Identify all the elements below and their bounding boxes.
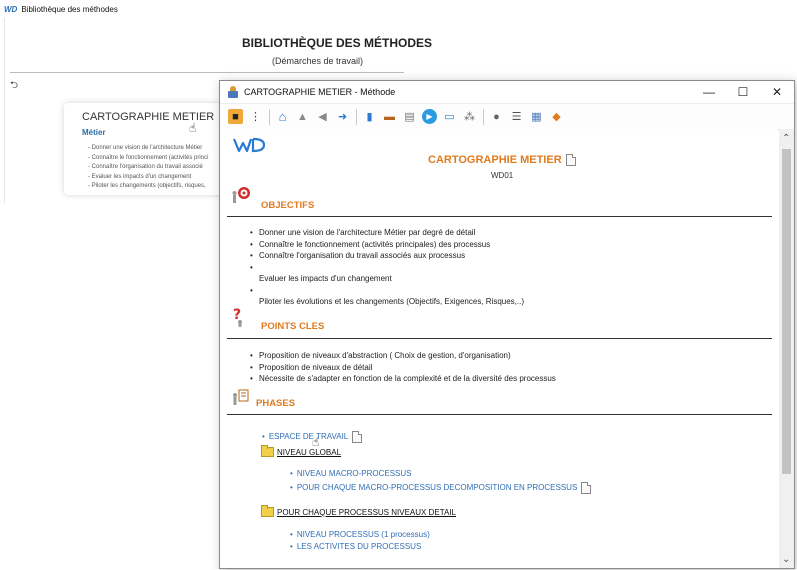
library-subheading: (Démarches de travail) xyxy=(272,56,364,66)
background-window-title: Bibliothèque des méthodes xyxy=(21,4,118,14)
section-title-points-cles: POINTS CLES xyxy=(261,321,325,332)
library-heading: BIBLIOTHÈQUE DES MÉTHODES xyxy=(242,36,433,50)
phase-link-label: NIVEAU PROCESSUS (1 processus) xyxy=(296,530,430,539)
scroll-thumb[interactable] xyxy=(782,149,791,474)
list-item: Donner une vision de l'architecture Méti… xyxy=(250,227,524,239)
phase-link-niveau-processus[interactable]: • NIVEAU PROCESSUS (1 processus) xyxy=(290,530,430,539)
document-title: CARTOGRAPHIE METIER xyxy=(428,154,576,167)
section-title-phases: PHASES xyxy=(256,398,296,409)
globe-icon[interactable]: ● xyxy=(489,109,504,124)
maximize-button[interactable]: ☐ xyxy=(726,81,760,103)
bullet-dot: • xyxy=(290,469,293,478)
section-title-objectifs: OBJECTIFS xyxy=(261,200,315,211)
folder-label: NIVEAU GLOBAL xyxy=(277,447,342,457)
background-titlebar: WD Bibliothèque des méthodes xyxy=(0,0,404,18)
document-code: WD01 xyxy=(491,171,514,180)
play-icon[interactable]: ▶ xyxy=(422,109,437,124)
bullet-dot: • xyxy=(262,432,265,442)
open-folder-icon[interactable]: ■ xyxy=(228,109,243,124)
list-item: Evaluer les impacts d'un changement xyxy=(88,173,208,183)
folder-icon xyxy=(261,505,274,517)
forward-arrow-icon[interactable]: ➜ xyxy=(335,109,350,124)
list-item: Proposition de niveaux de détail xyxy=(250,362,556,374)
phase-link-activites[interactable]: • LES ACTIVITES DU PROCESSUS xyxy=(290,542,421,551)
method-window: CARTOGRAPHIE METIER - Méthode — ☐ ✕ ■ ⋮ … xyxy=(219,80,795,569)
document-title-text: CARTOGRAPHIE METIER xyxy=(428,154,562,166)
scroll-down-icon[interactable]: ⌄ xyxy=(782,554,790,565)
list-item: Piloter les changements (objectifs, risq… xyxy=(88,182,208,192)
toolbar: ■ ⋮ ⌂ ▲ ◀ ➜ ▮ ▬ ▤ ▶ ▭ ⁂ ● ☰ ▦ ◆ xyxy=(220,104,794,130)
method-card-subtitle: Métier xyxy=(82,128,106,137)
wd-logo-icon: WD xyxy=(4,4,18,14)
export-icon[interactable]: ◆ xyxy=(549,109,564,124)
phase-link-label: NIVEAU MACRO-PROCESSUS xyxy=(296,469,412,478)
section-divider xyxy=(227,414,772,415)
method-card-cartographie[interactable]: CARTOGRAPHIE METIER Métier Donner une vi… xyxy=(64,103,234,195)
home-icon[interactable]: ⌂ xyxy=(275,109,290,124)
users-icon[interactable]: ⁂ xyxy=(462,109,477,124)
objectifs-list: Donner une vision de l'architecture Méti… xyxy=(250,227,524,308)
document-content[interactable]: CARTOGRAPHIE METIER WD01 OBJECTIFS Donne… xyxy=(220,129,778,568)
method-card-list: Donner une vision de l'architecture Méti… xyxy=(88,144,209,192)
folder-processus-detail[interactable]: POUR CHAQUE PROCESSUS NIVEAUX DETAIL xyxy=(261,505,456,517)
back-arrow-icon[interactable]: ◀ xyxy=(315,109,330,124)
phase-link-label: ESPACE DE TRAVAIL xyxy=(268,432,349,442)
list-item: Connaître l'organisation du travail asso… xyxy=(88,163,208,173)
window-title: CARTOGRAPHIE METIER - Méthode xyxy=(244,87,396,97)
list-item: Proposition de niveaux d'abstraction ( C… xyxy=(250,350,556,362)
toolbar-separator xyxy=(356,108,357,125)
list-item: Donner une vision de l'architecture Méti… xyxy=(88,144,208,154)
folder-label: POUR CHAQUE PROCESSUS NIVEAUX DETAIL xyxy=(277,507,456,517)
presenter-icon xyxy=(230,387,252,407)
list-item xyxy=(250,285,524,297)
tree-icon[interactable]: ⋮ xyxy=(248,109,263,124)
list-item: Evaluer les impacts d'un changement xyxy=(259,274,392,283)
bullet-dot: • xyxy=(290,530,293,539)
folder-niveau-global[interactable]: NIVEAU GLOBAL xyxy=(261,445,342,457)
back-icon[interactable]: ⮌ xyxy=(10,78,18,95)
folder-icon xyxy=(261,445,274,457)
phase-link-label: LES ACTIVITES DU PROCESSUS xyxy=(296,542,422,551)
phase-link-decomposition[interactable]: • POUR CHAQUE MACRO-PROCESSUS DECOMPOSITI… xyxy=(290,482,592,494)
list-item: Connaître l'organisation du travail asso… xyxy=(250,250,524,262)
print-icon[interactable]: ▦ xyxy=(529,109,544,124)
window-titlebar[interactable]: CARTOGRAPHIE METIER - Méthode — ☐ ✕ xyxy=(220,81,794,104)
target-icon xyxy=(230,185,252,205)
list-item: Connaître le fonctionnement (activités p… xyxy=(88,154,209,164)
document-icon[interactable] xyxy=(565,154,576,167)
points-cles-list: Proposition de niveaux d'abstraction ( C… xyxy=(250,350,556,385)
briefcase-icon[interactable]: ▬ xyxy=(382,109,397,124)
list-item: Nécessite de s'adapter en fonction de la… xyxy=(250,373,556,385)
document-icon[interactable] xyxy=(581,482,592,494)
background-window-edge xyxy=(0,18,5,204)
list-item xyxy=(250,262,524,274)
list-item: Piloter les évolutions et les changement… xyxy=(259,297,525,306)
close-button[interactable]: ✕ xyxy=(760,81,794,103)
phase-link-label: POUR CHAQUE MACRO-PROCESSUS DECOMPOSITIO… xyxy=(296,483,578,493)
app-icon xyxy=(227,86,239,98)
up-arrow-icon[interactable]: ▲ xyxy=(295,109,310,124)
section-divider xyxy=(227,338,772,339)
section-divider xyxy=(227,216,772,217)
wd-logo-icon xyxy=(232,137,266,153)
hand-cursor-icon: ☝ xyxy=(189,121,197,135)
bullet-dot: • xyxy=(290,542,293,551)
list-item: Connaître le fonctionnement (activités p… xyxy=(250,239,524,251)
phase-link-macro-processus[interactable]: • NIVEAU MACRO-PROCESSUS xyxy=(290,469,412,478)
question-person-icon: ? xyxy=(230,305,252,327)
attachment-icon[interactable]: ▮ xyxy=(362,109,377,124)
scroll-up-icon[interactable]: ⌃ xyxy=(782,133,790,144)
notes-icon[interactable]: ☰ xyxy=(509,109,524,124)
minimize-button[interactable]: — xyxy=(692,81,726,103)
card-icon[interactable]: ▭ xyxy=(442,109,457,124)
document-icon[interactable] xyxy=(352,431,363,443)
vertical-scrollbar[interactable]: ⌃ ⌄ xyxy=(779,129,794,568)
library-divider xyxy=(10,72,404,73)
toolbar-separator xyxy=(269,108,270,125)
bullet-dot: • xyxy=(290,483,293,493)
document-icon[interactable]: ▤ xyxy=(402,109,417,124)
toolbar-separator xyxy=(483,108,484,125)
